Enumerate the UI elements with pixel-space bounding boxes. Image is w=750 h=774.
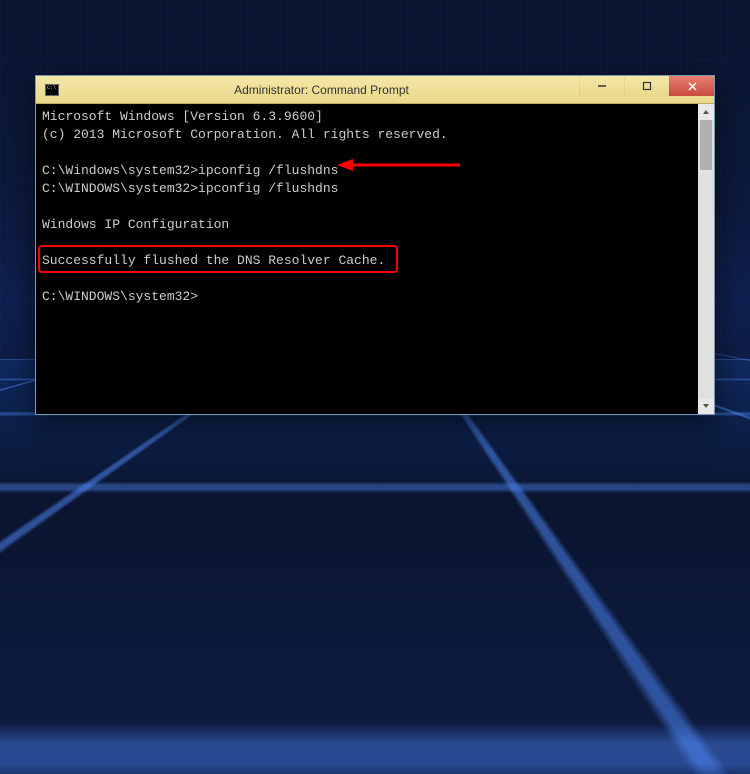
chevron-down-icon: [702, 403, 710, 409]
command-prompt-window: Administrator: Command Prompt Microsoft …: [35, 75, 715, 415]
terminal-line: Windows IP Configuration: [42, 216, 708, 234]
maximize-button[interactable]: [624, 76, 669, 96]
chevron-up-icon: [702, 109, 710, 115]
terminal-line-command: C:\WINDOWS\system32>ipconfig /flushdns: [42, 180, 708, 198]
app-icon-wrap: [40, 84, 64, 96]
close-icon: [687, 81, 698, 92]
terminal-line: Microsoft Windows [Version 6.3.9600]: [42, 108, 708, 126]
terminal-line-prompt: C:\WINDOWS\system32>: [42, 288, 708, 306]
minimize-icon: [597, 81, 607, 91]
terminal-line-success: Successfully flushed the DNS Resolver Ca…: [42, 252, 708, 270]
close-button[interactable]: [669, 76, 714, 96]
scroll-up-button[interactable]: [698, 104, 714, 120]
minimize-button[interactable]: [579, 76, 624, 96]
terminal-line-command: C:\Windows\system32>ipconfig /flushdns: [42, 162, 708, 180]
scroll-track[interactable]: [698, 120, 714, 398]
terminal-blank-line: [42, 144, 708, 162]
scroll-thumb[interactable]: [700, 120, 712, 170]
window-title: Administrator: Command Prompt: [64, 83, 579, 97]
cmd-icon: [45, 84, 59, 96]
terminal-blank-line: [42, 234, 708, 252]
scroll-down-button[interactable]: [698, 398, 714, 414]
terminal-blank-line: [42, 198, 708, 216]
terminal-line: (c) 2013 Microsoft Corporation. All righ…: [42, 126, 708, 144]
maximize-icon: [642, 81, 652, 91]
window-controls: [579, 76, 714, 103]
titlebar[interactable]: Administrator: Command Prompt: [36, 76, 714, 104]
terminal-blank-line: [42, 270, 708, 288]
terminal-area[interactable]: Microsoft Windows [Version 6.3.9600] (c)…: [36, 104, 714, 414]
vertical-scrollbar[interactable]: [698, 104, 714, 414]
